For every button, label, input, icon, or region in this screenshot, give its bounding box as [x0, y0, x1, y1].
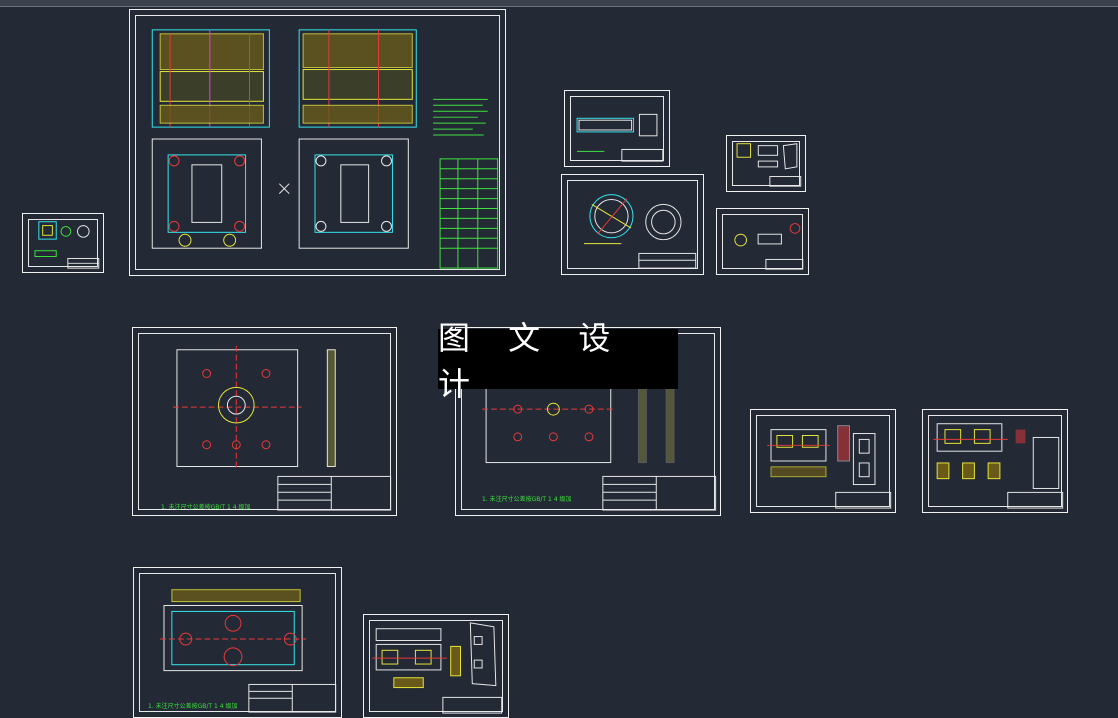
drawing-geometry	[736, 143, 802, 187]
drawing-sheet-insert-2[interactable]	[922, 409, 1068, 513]
drawing-sheet-part-b[interactable]	[726, 135, 806, 192]
drawing-sheet-plate-1[interactable]: 1. 未注尺寸公差按GB/T 1 4 级加	[132, 327, 397, 516]
watermark-banner: 图 文 设 计	[438, 319, 678, 403]
drawing-geometry	[576, 113, 664, 162]
drawing-geometry	[372, 622, 503, 714]
drawing-geometry	[34, 221, 100, 269]
drawing-sheet-insert-3[interactable]	[363, 614, 509, 718]
drawing-sheet-main-assembly[interactable]	[129, 9, 506, 276]
drawing-sheet-part-a[interactable]	[564, 90, 670, 167]
drawing-sheet-plate-3[interactable]: 1. 未注尺寸公差按GB/T 1 4 级加	[133, 567, 342, 718]
drawing-geometry	[160, 589, 337, 713]
drawing-sheet-insert-1[interactable]	[750, 409, 896, 513]
drawing-geometry	[734, 223, 804, 270]
drawing-geometry	[151, 29, 499, 269]
top-toolbar-strip	[0, 0, 1118, 7]
technical-note: 1. 未注尺寸公差按GB/T 1 4 级加	[148, 703, 238, 710]
technical-note: 1. 未注尺寸公差按GB/T 1 4 级加	[161, 504, 251, 511]
drawing-geometry	[767, 425, 892, 509]
drawing-geometry	[172, 345, 392, 511]
technical-note: 1. 未注尺寸公差按GB/T 1 4 级加	[482, 496, 572, 503]
drawing-geometry	[933, 423, 1064, 509]
drawing-geometry	[583, 194, 697, 269]
drawing-sheet-part-c[interactable]	[716, 208, 809, 275]
drawing-sheet-ring-part[interactable]	[561, 174, 704, 275]
drawing-sheet-small-left[interactable]	[22, 213, 104, 273]
